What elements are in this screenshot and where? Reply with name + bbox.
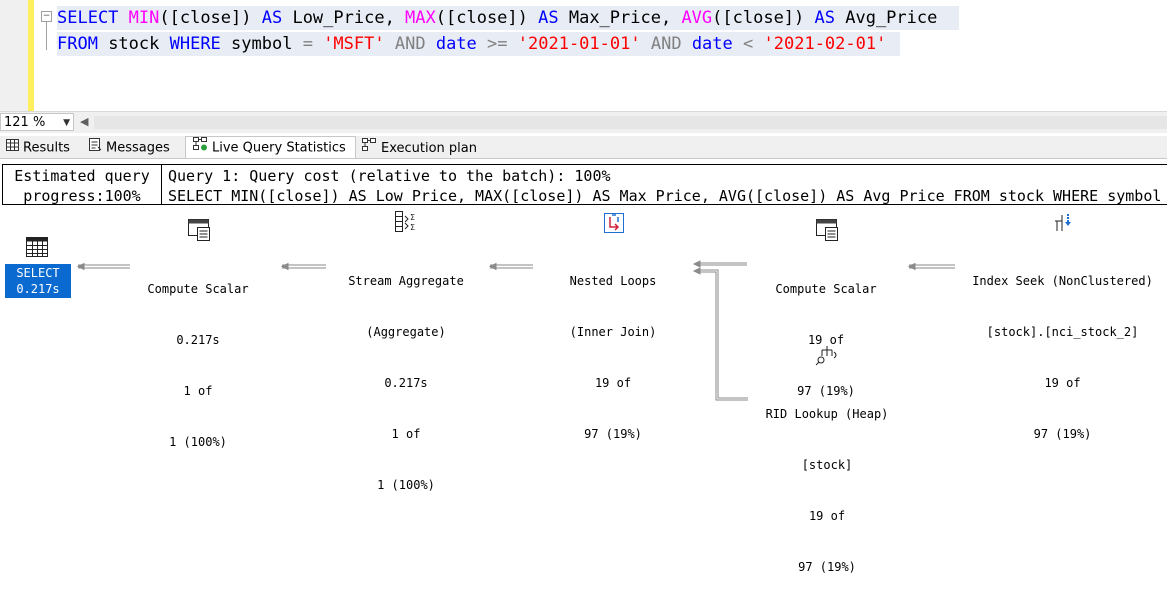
node-subtitle: (Inner Join) <box>569 325 657 339</box>
node-rows: 19 of <box>1044 376 1081 390</box>
node-estimate: 1 (100%) <box>169 435 227 449</box>
node-title: Stream Aggregate <box>348 274 464 288</box>
rid-lookup-icon[interactable] <box>815 344 839 370</box>
select-node-icon[interactable] <box>26 237 48 261</box>
index-seek-node[interactable]: Index Seek (NonClustered) [stock].[nci_s… <box>955 239 1167 460</box>
node-title: SELECT <box>16 266 60 280</box>
node-subtitle: [stock].[nci_stock_2] <box>986 325 1139 339</box>
node-time: 0.217s <box>176 333 220 347</box>
node-rows: 1 of <box>183 384 213 398</box>
node-time: 0.217s <box>384 376 428 390</box>
node-estimate: 97 (19%) <box>798 560 856 574</box>
node-rows: 1 of <box>391 427 421 441</box>
compute-scalar-icon[interactable] <box>816 219 838 245</box>
rid-lookup-node[interactable]: RID Lookup (Heap) [stock] 19 of 97 (19%) <box>747 372 907 593</box>
stream-aggregate-node[interactable]: Stream Aggregate (Aggregate) 0.217s 1 of… <box>326 239 486 511</box>
nested-loops-icon[interactable] <box>602 211 626 239</box>
stream-aggregate-icon[interactable]: ΣΣ <box>395 211 419 237</box>
node-rows: 19 of <box>808 509 846 523</box>
node-time: 0.217s <box>16 282 60 296</box>
node-estimate: 97 (19%) <box>584 427 642 441</box>
node-title: Nested Loops <box>569 274 657 288</box>
index-seek-icon[interactable] <box>1054 211 1076 237</box>
compute-scalar-icon[interactable] <box>188 219 210 245</box>
node-title: Index Seek (NonClustered) <box>972 274 1153 288</box>
node-rows: 19 of <box>594 376 632 390</box>
svg-text:Σ: Σ <box>410 213 415 222</box>
nested-loops-node[interactable]: Nested Loops (Inner Join) 19 of 97 (19%) <box>543 239 683 460</box>
node-subtitle: [stock] <box>801 458 853 472</box>
node-estimate: 1 (100%) <box>377 478 435 492</box>
select-node[interactable]: SELECT 0.217s <box>5 264 71 298</box>
compute-scalar-node[interactable]: Compute Scalar 0.217s 1 of 1 (100%) <box>128 247 268 468</box>
node-title: RID Lookup (Heap) <box>765 407 889 421</box>
node-title: Compute Scalar <box>147 282 249 296</box>
node-subtitle: (Aggregate) <box>366 325 446 339</box>
node-estimate: 97 (19%) <box>1033 427 1092 441</box>
node-title: Compute Scalar <box>775 282 877 296</box>
svg-text:Σ: Σ <box>410 223 415 232</box>
